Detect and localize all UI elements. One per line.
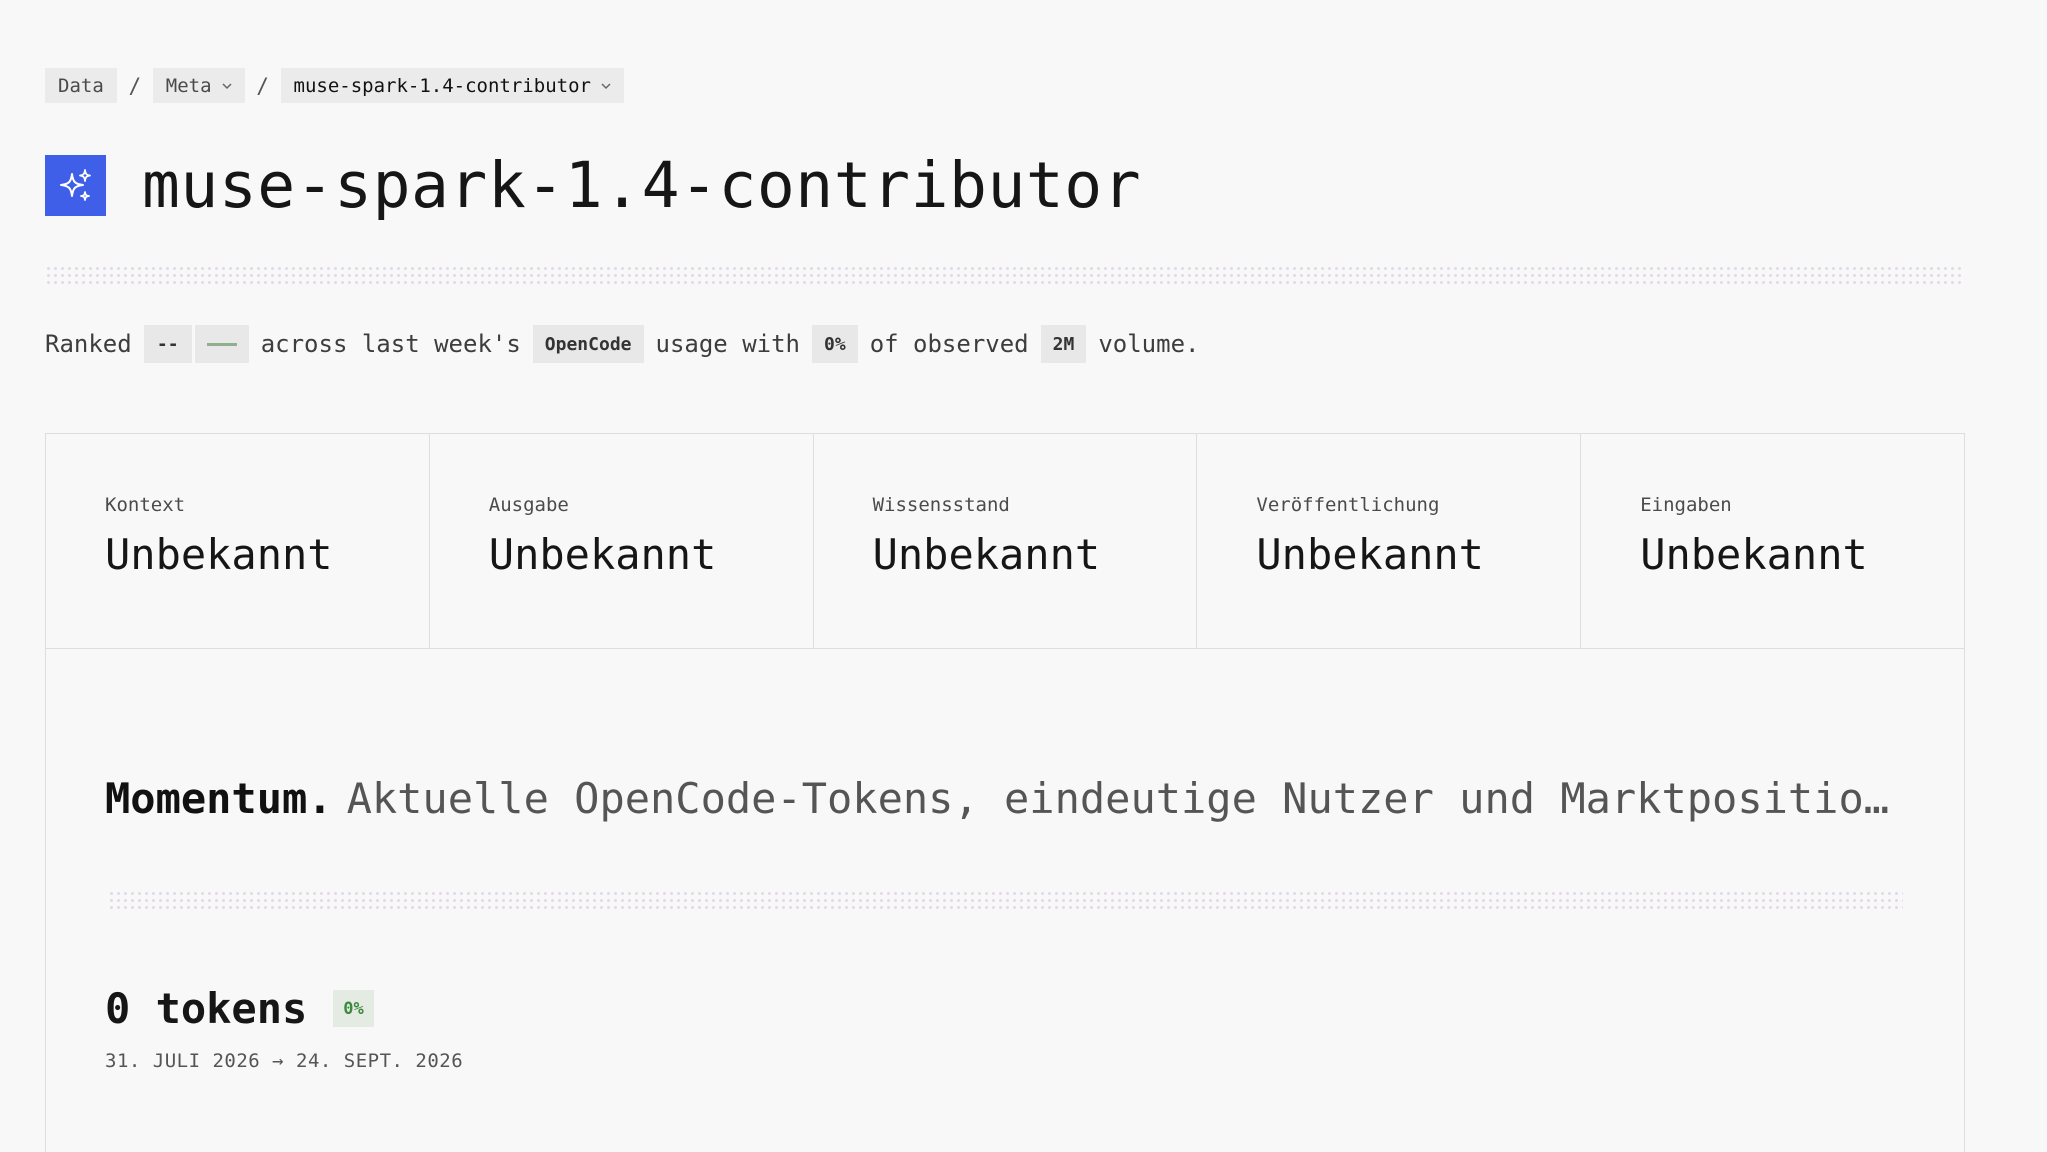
- sparkline-line: [206, 342, 237, 346]
- rank-badge: --: [143, 325, 192, 363]
- spec-value: Unbekannt: [872, 530, 1101, 579]
- momentum-title: Momentum.: [105, 774, 333, 823]
- breadcrumb-item-model[interactable]: muse-spark-1.4-contributor: [280, 68, 624, 103]
- breadcrumb-item-data[interactable]: Data: [45, 68, 117, 103]
- dotted-divider: [108, 890, 1903, 912]
- spec-label: Kontext: [105, 494, 186, 516]
- page-header: muse-spark-1.4-contributor: [45, 154, 1141, 217]
- summary-text: across last week's: [260, 330, 521, 358]
- spec-value: Unbekannt: [488, 530, 717, 579]
- page-title: muse-spark-1.4-contributor: [142, 149, 1142, 222]
- momentum-description: Aktuelle OpenCode-Tokens, eindeutige Nut…: [346, 774, 1890, 823]
- spec-label: Veröffentlichung: [1256, 494, 1440, 516]
- sparkles-icon: [45, 155, 106, 216]
- breadcrumb-label: muse-spark-1.4-contributor: [293, 74, 591, 97]
- breadcrumb-separator: /: [256, 73, 269, 98]
- chevron-down-icon: [222, 79, 232, 93]
- spec-label: Wissensstand: [872, 494, 1010, 516]
- change-badge: 0%: [333, 990, 374, 1027]
- platform-badge: OpenCode: [532, 325, 644, 363]
- token-count: 0 tokens: [105, 984, 308, 1033]
- token-stat: 0 tokens 0%: [105, 984, 374, 1033]
- spec-value: Unbekannt: [1256, 530, 1484, 579]
- summary-text: Ranked: [45, 330, 132, 358]
- spec-knowledge-cutoff: Wissensstand Unbekannt: [814, 434, 1198, 648]
- breadcrumb-item-meta[interactable]: Meta: [152, 68, 245, 103]
- momentum-heading: Momentum. Aktuelle OpenCode-Tokens, einde…: [105, 774, 1905, 823]
- summary-text: of observed: [869, 330, 1029, 358]
- trend-sparkline: [194, 325, 249, 363]
- share-badge: 0%: [812, 325, 858, 363]
- spec-context: Kontext Unbekannt: [46, 434, 430, 648]
- page: Data / Meta / muse-spark-1.4-contributor…: [0, 0, 2047, 1152]
- summary-text: usage with: [655, 330, 801, 358]
- spec-label: Ausgabe: [488, 494, 569, 516]
- breadcrumb-label: Meta: [165, 74, 212, 97]
- spec-release: Veröffentlichung Unbekannt: [1197, 434, 1582, 648]
- date-range: 31. JULI 2026 → 24. SEPT. 2026: [105, 1050, 464, 1072]
- spec-value: Unbekannt: [105, 530, 333, 579]
- spec-output: Ausgabe Unbekannt: [430, 434, 814, 648]
- breadcrumb-label: Data: [58, 74, 104, 97]
- summary-text: volume.: [1098, 330, 1200, 358]
- ranking-summary: Ranked -- across last week's OpenCode us…: [45, 325, 1199, 363]
- spec-inputs: Eingaben Unbekannt: [1581, 434, 1964, 648]
- chevron-down-icon: [601, 79, 611, 93]
- spec-value: Unbekannt: [1640, 530, 1868, 579]
- breadcrumb-separator: /: [128, 73, 142, 98]
- spec-label: Eingaben: [1640, 494, 1732, 516]
- dotted-divider: [45, 265, 1965, 287]
- model-details-panel: Kontext Unbekannt Ausgabe Unbekannt Wiss…: [45, 433, 1965, 1152]
- spec-grid: Kontext Unbekannt Ausgabe Unbekannt Wiss…: [46, 434, 1964, 649]
- volume-badge: 2M: [1040, 325, 1087, 363]
- breadcrumb: Data / Meta / muse-spark-1.4-contributor: [45, 68, 624, 103]
